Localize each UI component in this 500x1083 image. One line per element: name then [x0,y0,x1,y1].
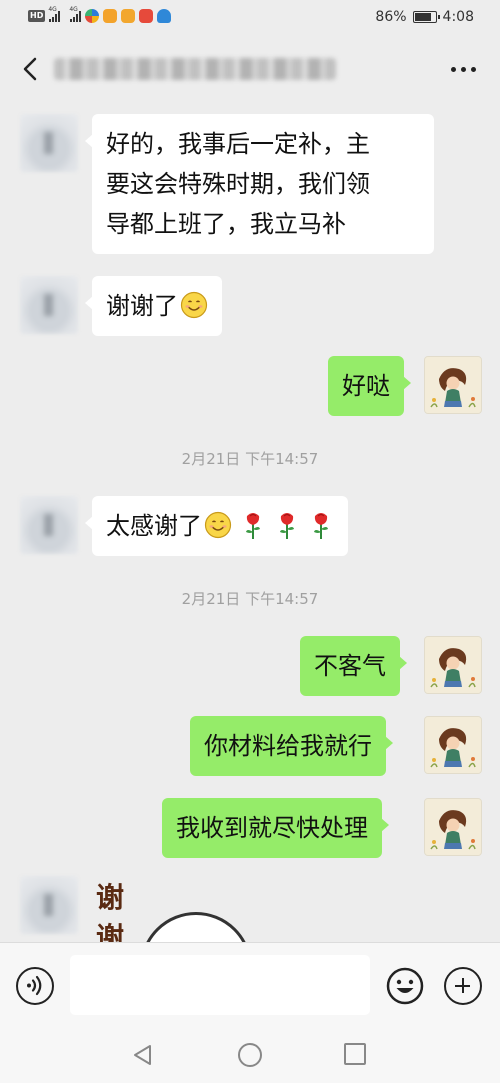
girl-illustration-icon [425,717,481,773]
girl-illustration-icon [425,357,481,413]
battery-icon [412,11,440,23]
contact-avatar[interactable] [20,496,78,554]
more-options-button[interactable] [448,56,478,82]
contact-avatar[interactable] [20,114,78,172]
message-bubble-outgoing[interactable]: 你材料给我就行 [190,716,393,776]
chat-header [0,36,500,104]
nav-home-button[interactable] [238,1043,262,1067]
chat-title [54,58,336,80]
nav-recent-button[interactable] [344,1043,366,1065]
message-text-line: 好的，我事后一定补，主 [106,130,370,158]
girl-illustration-icon [425,637,481,693]
status-icons-left: HD 4G 4G [28,6,172,23]
message-bubble-incoming[interactable]: 好的，我事后一定补，主 要这会特殊时期，我们领 导都上班了，我立马补 [85,114,434,254]
message-text: 太感谢了 [106,512,202,540]
rose-emoji-icon [246,513,260,539]
message-bubble-outgoing[interactable]: 我收到就尽快处理 [162,798,389,858]
status-icons-right: 86% 4:08 [375,9,474,25]
message-text: 谢谢了 [106,292,178,320]
clock: 4:08 [442,9,474,25]
voice-button[interactable] [16,967,54,1005]
message-bubble-incoming[interactable]: 谢谢了 [85,276,222,336]
message-text-line: 要这会特殊时期，我们领 [106,170,370,198]
smile-emoji-icon [204,511,232,539]
app-notification-icon [85,9,100,23]
signal-icon: 4G [69,6,82,22]
message-bubble-outgoing[interactable]: 不客气 [300,636,407,696]
self-avatar[interactable] [424,636,482,694]
system-navigation-bar [0,1028,500,1083]
more-functions-button[interactable] [444,967,482,1005]
app-notification-icon [121,9,136,23]
status-bar: HD 4G 4G 86% 4:08 [0,0,500,36]
app-notification-icon [139,9,154,23]
back-button[interactable] [16,54,46,84]
nav-back-button[interactable] [131,1043,155,1067]
timestamp: 2月21日 下午14:57 [181,590,319,608]
message-text-line: 导都上班了，我立马补 [106,210,346,238]
message-bubble-incoming[interactable]: 太感谢了 [85,496,348,556]
message-input[interactable] [70,955,370,1015]
chat-message-list[interactable]: 好的，我事后一定补，主 要这会特殊时期，我们领 导都上班了，我立马补 谢谢了 好… [0,104,500,942]
contact-avatar[interactable] [20,276,78,334]
girl-illustration-icon [425,799,481,855]
message-text: 我收到就尽快处理 [176,814,368,842]
more-dots-icon [450,66,456,72]
message-bubble-outgoing[interactable]: 好哒 [328,356,411,416]
sticker-image[interactable] [140,912,252,942]
message-text: 不客气 [314,652,386,680]
timestamp: 2月21日 下午14:57 [181,450,319,468]
nav-back-icon [134,1045,151,1065]
app-notification-icon [103,9,118,23]
emoji-button[interactable] [386,967,424,1005]
smile-emoji-icon [180,291,208,319]
signal-icon: 4G [48,6,61,22]
rose-emoji-icon [280,513,294,539]
contact-avatar[interactable] [20,876,78,934]
hd-badge: HD [28,10,46,22]
self-avatar[interactable] [424,356,482,414]
battery-percent: 86% [375,9,407,25]
chevron-left-icon [23,57,37,81]
voice-icon [27,975,42,996]
emoji-icon [386,967,424,1005]
rose-emoji-icon [314,513,328,539]
message-text: 你材料给我就行 [204,732,372,760]
input-bar [0,942,500,1028]
app-notification-icon [157,9,172,23]
message-text: 好哒 [342,372,390,400]
sticker-text[interactable]: 谢 谢 [96,878,124,942]
self-avatar[interactable] [424,798,482,856]
self-avatar[interactable] [424,716,482,774]
